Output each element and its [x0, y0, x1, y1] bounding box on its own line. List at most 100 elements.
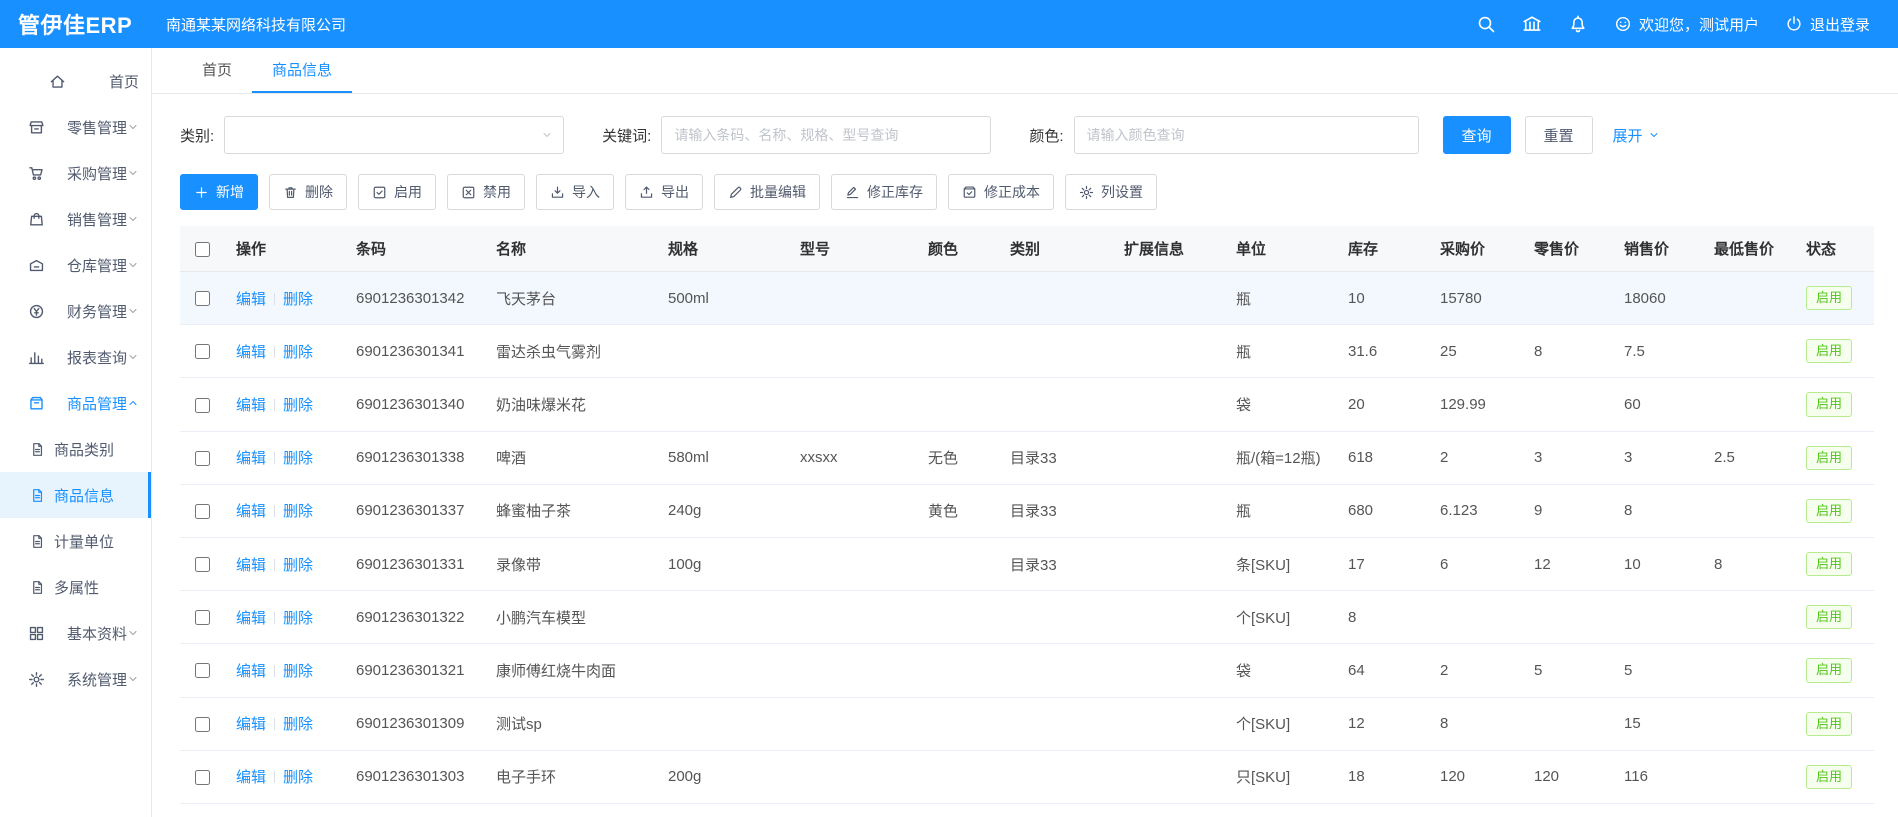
- chevron-down-icon: [127, 167, 139, 179]
- edit-link[interactable]: 编辑: [236, 557, 266, 574]
- column-header: 条码: [344, 226, 484, 272]
- disable-button[interactable]: 禁用: [447, 174, 525, 210]
- search-button[interactable]: 查询: [1443, 116, 1511, 154]
- sidebar-subitem-goods-info[interactable]: 商品信息: [0, 472, 151, 518]
- bank-icon[interactable]: [1522, 14, 1542, 34]
- delete-button[interactable]: 删除: [269, 174, 347, 210]
- table-row: 编辑删除6901236301338啤酒580mlxxsxx无色目录33瓶/(箱=…: [180, 431, 1874, 484]
- delete-link[interactable]: 删除: [283, 716, 313, 733]
- chevron-up-icon: [127, 397, 139, 409]
- edit-link[interactable]: 编辑: [236, 344, 266, 361]
- sidebar-item-home[interactable]: 首页: [0, 58, 151, 104]
- cell-unit: 瓶: [1224, 484, 1336, 537]
- cell-ext: [1112, 644, 1224, 697]
- sidebar-subitem-multi-attr[interactable]: 多属性: [0, 564, 151, 610]
- cell-barcode: 6901236301331: [344, 537, 484, 590]
- edit-link[interactable]: 编辑: [236, 716, 266, 733]
- table-row: 编辑删除6901236301337蜂蜜柚子茶240g黄色目录33瓶6806.12…: [180, 484, 1874, 537]
- delete-link[interactable]: 删除: [283, 769, 313, 786]
- row-checkbox[interactable]: [195, 344, 210, 359]
- keyword-input[interactable]: [661, 116, 991, 154]
- row-checkbox[interactable]: [195, 504, 210, 519]
- row-checkbox[interactable]: [195, 398, 210, 413]
- welcome-user[interactable]: 欢迎您，测试用户: [1614, 14, 1759, 35]
- sidebar-item-purchase[interactable]: 采购管理: [0, 150, 151, 196]
- bell-icon[interactable]: [1568, 14, 1588, 34]
- home-icon: [15, 73, 100, 90]
- delete-link[interactable]: 删除: [283, 397, 313, 414]
- row-checkbox[interactable]: [195, 717, 210, 732]
- sidebar-item-finance[interactable]: 财务管理: [0, 288, 151, 334]
- sidebar-item-report[interactable]: 报表查询: [0, 334, 151, 380]
- cell-purchase: 15780: [1428, 272, 1522, 325]
- sidebar-item-label: 仓库管理: [67, 255, 127, 276]
- divider: [274, 452, 275, 464]
- delete-link[interactable]: 删除: [283, 450, 313, 467]
- cell-spec: [656, 697, 788, 750]
- logout-button[interactable]: 退出登录: [1785, 14, 1870, 35]
- edit-link[interactable]: 编辑: [236, 663, 266, 680]
- edit-link[interactable]: 编辑: [236, 291, 266, 308]
- reset-button[interactable]: 重置: [1525, 116, 1593, 154]
- edit-link[interactable]: 编辑: [236, 610, 266, 627]
- edit-link[interactable]: 编辑: [236, 769, 266, 786]
- expand-link-label: 展开: [1613, 125, 1643, 146]
- column-header: 状态: [1794, 226, 1874, 272]
- sidebar-subitem-goods-category[interactable]: 商品类别: [0, 426, 151, 472]
- color-input[interactable]: [1074, 116, 1419, 154]
- divider: [274, 718, 275, 730]
- fix-cost-button[interactable]: 修正成本: [948, 174, 1054, 210]
- row-checkbox[interactable]: [195, 451, 210, 466]
- cell-category: 目录33: [998, 431, 1112, 484]
- cell-spec: [656, 591, 788, 644]
- cell-purchase: [1428, 591, 1522, 644]
- row-checkbox[interactable]: [195, 291, 210, 306]
- sidebar-item-basic[interactable]: 基本资料: [0, 610, 151, 656]
- sidebar-item-retail[interactable]: 零售管理: [0, 104, 151, 150]
- cell-spec: 240g: [656, 484, 788, 537]
- delete-link[interactable]: 删除: [283, 291, 313, 308]
- row-checkbox[interactable]: [195, 610, 210, 625]
- cell-status: 启用: [1794, 378, 1874, 431]
- expand-link[interactable]: 展开: [1613, 125, 1660, 146]
- export-icon: [639, 185, 654, 200]
- smile-icon: [1614, 15, 1632, 33]
- row-checkbox-cell: [180, 431, 224, 484]
- batch-edit-button[interactable]: 批量编辑: [714, 174, 820, 210]
- category-select[interactable]: [224, 116, 564, 154]
- sidebar-item-warehouse[interactable]: 仓库管理: [0, 242, 151, 288]
- sidebar-item-goods[interactable]: 商品管理: [0, 380, 151, 426]
- cell-stock: 31.6: [1336, 325, 1428, 378]
- import-button[interactable]: 导入: [536, 174, 614, 210]
- fix-stock-button[interactable]: 修正库存: [831, 174, 937, 210]
- export-button[interactable]: 导出: [625, 174, 703, 210]
- delete-link[interactable]: 删除: [283, 610, 313, 627]
- cell-purchase: 6: [1428, 537, 1522, 590]
- cell-name: 测试sp: [484, 697, 656, 750]
- sidebar-item-sales[interactable]: 销售管理: [0, 196, 151, 242]
- delete-link[interactable]: 删除: [283, 503, 313, 520]
- enable-button[interactable]: 启用: [358, 174, 436, 210]
- search-icon[interactable]: [1476, 14, 1496, 34]
- sidebar-item-label: 采购管理: [67, 163, 127, 184]
- tab-goods-info[interactable]: 商品信息: [252, 48, 352, 93]
- row-checkbox[interactable]: [195, 663, 210, 678]
- delete-link[interactable]: 删除: [283, 557, 313, 574]
- delete-link[interactable]: 删除: [283, 344, 313, 361]
- cell-status: 启用: [1794, 431, 1874, 484]
- cell-model: [788, 484, 916, 537]
- edit-link[interactable]: 编辑: [236, 397, 266, 414]
- column-settings-button[interactable]: 列设置: [1065, 174, 1157, 210]
- edit-link[interactable]: 编辑: [236, 450, 266, 467]
- tab-home[interactable]: 首页: [182, 48, 252, 93]
- edit-link[interactable]: 编辑: [236, 503, 266, 520]
- row-checkbox[interactable]: [195, 770, 210, 785]
- sidebar-item-system[interactable]: 系统管理: [0, 656, 151, 702]
- row-checkbox[interactable]: [195, 557, 210, 572]
- sidebar-subitem-measure-unit[interactable]: 计量单位: [0, 518, 151, 564]
- cell-color: [916, 325, 998, 378]
- delete-link[interactable]: 删除: [283, 663, 313, 680]
- add-button[interactable]: 新增: [180, 174, 258, 210]
- cell-barcode: 6901236301342: [344, 272, 484, 325]
- select-all-checkbox[interactable]: [195, 242, 210, 257]
